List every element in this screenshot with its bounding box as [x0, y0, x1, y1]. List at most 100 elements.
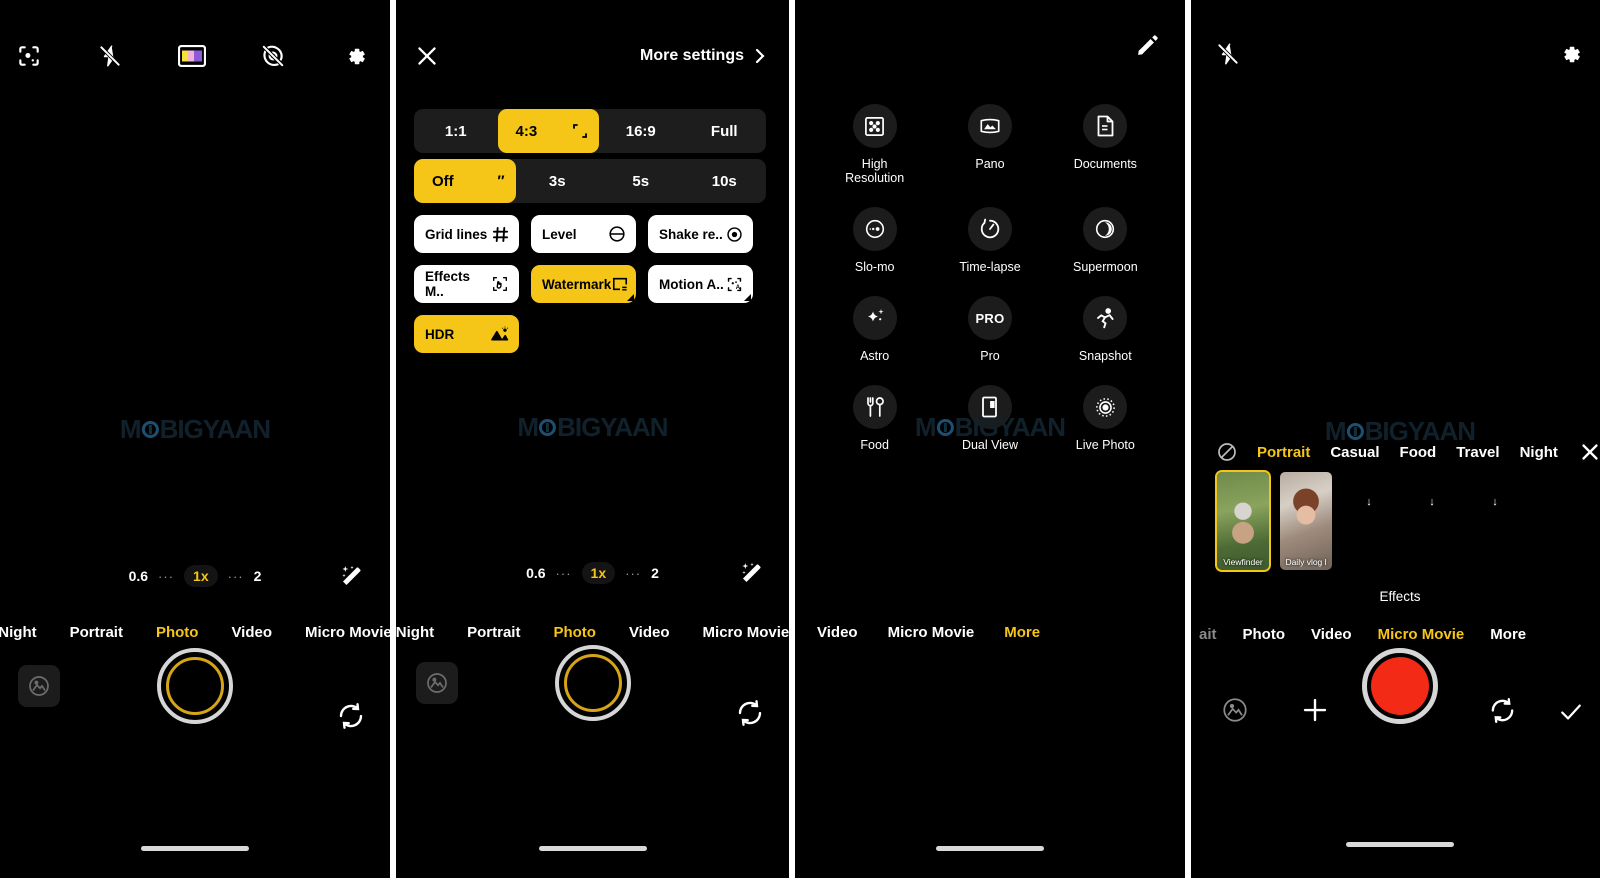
- toggle-shake-reduction[interactable]: Shake re..: [648, 215, 753, 253]
- aspect-ratio-16-9[interactable]: 16:9: [599, 109, 683, 153]
- mode-more[interactable]: More: [1004, 624, 1040, 641]
- mode-video[interactable]: Video: [231, 624, 272, 641]
- mode-video[interactable]: Video: [629, 624, 670, 641]
- flash-off-icon[interactable]: [1215, 41, 1241, 67]
- flip-camera-icon[interactable]: [336, 701, 366, 731]
- mode-micro-movie[interactable]: Micro Movie: [305, 624, 390, 641]
- mode-snapshot[interactable]: Snapshot: [1048, 296, 1163, 363]
- gallery-thumbnail[interactable]: [416, 662, 458, 704]
- aspect-ratio-full[interactable]: Full: [683, 109, 767, 153]
- mode-video[interactable]: Video: [817, 624, 858, 641]
- toggle-grid-lines[interactable]: Grid lines: [414, 215, 519, 253]
- effect-category-travel[interactable]: Travel: [1456, 444, 1499, 461]
- zoom-level-0[interactable]: 0.6: [526, 565, 545, 581]
- mode-slo-mo[interactable]: Slo-mo: [817, 207, 932, 274]
- effect-placeholder[interactable]: ↓: [1343, 472, 1395, 508]
- mode-photo[interactable]: Photo: [553, 624, 596, 641]
- flip-camera-icon[interactable]: [1488, 696, 1517, 725]
- mode-selector[interactable]: Night Portrait Photo Video Micro Movie: [0, 624, 390, 641]
- mode-portrait-cut[interactable]: ait: [1199, 626, 1217, 643]
- zoom-control[interactable]: 0.6 ··· 1x ··· 2: [396, 562, 789, 584]
- mode-night[interactable]: Night: [0, 624, 37, 641]
- gallery-thumbnail[interactable]: [1221, 696, 1249, 724]
- mode-pano[interactable]: Pano: [932, 104, 1047, 185]
- mode-portrait[interactable]: Portrait: [467, 624, 520, 641]
- toggle-effects-menu[interactable]: Effects M..: [414, 265, 519, 303]
- high-resolution-icon: [852, 104, 897, 148]
- more-settings-button[interactable]: More settings: [640, 46, 767, 66]
- effect-placeholder[interactable]: ↓: [1469, 472, 1521, 508]
- effect-card-viewfinder[interactable]: Viewfinder: [1215, 470, 1271, 572]
- toggle-watermark[interactable]: Watermark: [531, 265, 636, 303]
- effect-card-daily-vlog[interactable]: Daily vlog l: [1280, 472, 1332, 570]
- record-button[interactable]: [1362, 648, 1438, 724]
- shutter-button[interactable]: [157, 648, 233, 724]
- mode-documents[interactable]: Documents: [1048, 104, 1163, 185]
- mode-video[interactable]: Video: [1311, 626, 1352, 643]
- magic-wand-icon[interactable]: [340, 564, 364, 588]
- effect-category-casual[interactable]: Casual: [1330, 444, 1379, 461]
- aspect-ratio-4-3[interactable]: 4:3: [497, 109, 599, 153]
- pencil-icon[interactable]: [1135, 33, 1160, 58]
- mode-astro[interactable]: Astro: [817, 296, 932, 363]
- aspect-ratio-segment[interactable]: 1:1 4:3 16:9 Full: [414, 109, 766, 153]
- timer-5s[interactable]: 5s: [599, 159, 683, 203]
- zoom-level-1[interactable]: 1x: [184, 565, 218, 587]
- filter-icon[interactable]: [178, 45, 206, 67]
- no-effect-icon[interactable]: [1217, 442, 1237, 462]
- toggle-hdr[interactable]: HDR: [414, 315, 519, 353]
- add-icon[interactable]: [1300, 695, 1330, 725]
- mode-time-lapse[interactable]: Time-lapse: [932, 207, 1047, 274]
- mode-micro-movie[interactable]: Micro Movie: [1378, 626, 1465, 643]
- mode-high-resolution[interactable]: High Resolution: [817, 104, 932, 185]
- mode-photo[interactable]: Photo: [156, 624, 199, 641]
- mode-pro[interactable]: PRO Pro: [932, 296, 1047, 363]
- effect-category-tabs[interactable]: Portrait Casual Food Travel Night: [1217, 440, 1598, 464]
- timer-segment[interactable]: Off ″ 3s 5s 10s: [414, 159, 766, 203]
- zoom-level-2[interactable]: 2: [651, 565, 659, 581]
- toggle-label: Motion A..: [659, 276, 724, 292]
- zoom-level-0[interactable]: 0.6: [129, 568, 148, 584]
- mode-label: Astro: [860, 349, 890, 363]
- effect-placeholder[interactable]: ↓: [1406, 472, 1458, 508]
- toggle-motion-auto[interactable]: Motion A.. A: [648, 265, 753, 303]
- zoom-control[interactable]: 0.6 ··· 1x ··· 2: [0, 565, 390, 587]
- check-icon[interactable]: [1557, 698, 1585, 726]
- timer-off[interactable]: Off ″: [414, 159, 516, 203]
- toggle-level[interactable]: Level: [531, 215, 636, 253]
- aspect-ratio-1-1[interactable]: 1:1: [414, 109, 498, 153]
- level-icon: [608, 225, 626, 243]
- mode-portrait[interactable]: Portrait: [70, 624, 123, 641]
- mode-more[interactable]: More: [1490, 626, 1526, 643]
- effect-category-food[interactable]: Food: [1400, 444, 1437, 461]
- live-photo-off-icon[interactable]: [260, 43, 286, 69]
- magic-wand-icon[interactable]: [740, 561, 764, 585]
- mode-label: High Resolution: [845, 157, 905, 185]
- mode-selector[interactable]: ait Photo Video Micro Movie More: [1199, 626, 1600, 643]
- mode-supermoon[interactable]: Supermoon: [1048, 207, 1163, 274]
- chevron-right-icon: [755, 48, 765, 64]
- mode-photo[interactable]: Photo: [1243, 626, 1286, 643]
- zoom-dots-left: ···: [158, 568, 175, 584]
- mode-selector[interactable]: Night Portrait Photo Video Micro Movie: [396, 624, 789, 641]
- zoom-level-1[interactable]: 1x: [581, 562, 616, 584]
- mode-micro-movie[interactable]: Micro Movie: [703, 624, 789, 641]
- gallery-thumbnail[interactable]: [18, 665, 60, 707]
- timer-10s[interactable]: 10s: [683, 159, 767, 203]
- flash-off-icon[interactable]: [97, 43, 123, 69]
- zoom-level-2[interactable]: 2: [254, 568, 262, 584]
- gear-icon[interactable]: [1558, 42, 1583, 67]
- grid-icon: [492, 226, 509, 243]
- timer-3s[interactable]: 3s: [516, 159, 600, 203]
- mode-selector[interactable]: Video Micro Movie More: [817, 624, 1185, 641]
- close-icon[interactable]: [1578, 440, 1600, 464]
- mode-night[interactable]: Night: [396, 624, 434, 641]
- close-icon[interactable]: [414, 43, 440, 69]
- mode-micro-movie[interactable]: Micro Movie: [888, 624, 975, 641]
- effect-category-portrait[interactable]: Portrait: [1257, 444, 1310, 461]
- effect-category-night[interactable]: Night: [1520, 444, 1558, 461]
- ai-scene-icon[interactable]: [16, 43, 42, 69]
- flip-camera-icon[interactable]: [735, 698, 765, 728]
- shutter-button[interactable]: [554, 645, 631, 721]
- gear-icon[interactable]: [343, 44, 368, 69]
